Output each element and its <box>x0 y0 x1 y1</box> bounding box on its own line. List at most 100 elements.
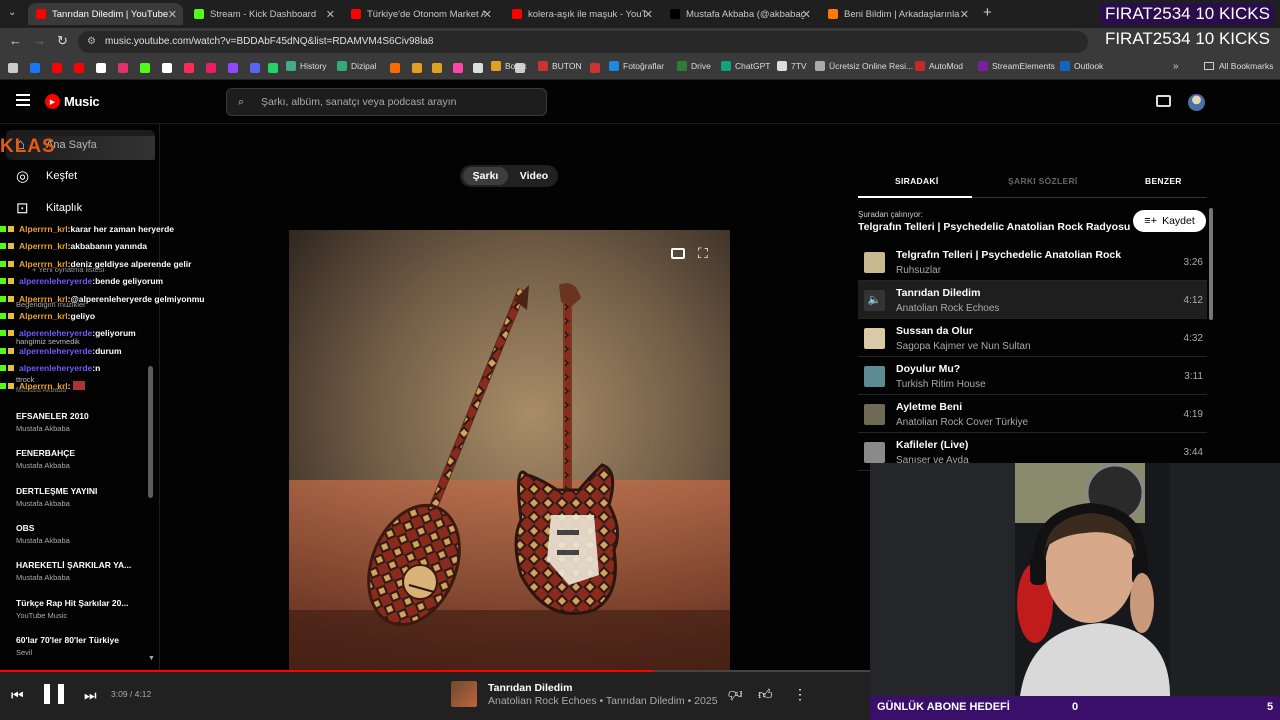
tab-close-icon[interactable]: ✕ <box>960 8 969 21</box>
now-playing-thumbnail[interactable] <box>451 681 477 707</box>
bookmark-item[interactable]: AutoMod <box>915 61 963 71</box>
save-queue-button[interactable]: ≡+ Kaydet <box>1133 210 1206 232</box>
bookmark-label: Dizipal <box>351 61 377 71</box>
bookmark-item[interactable]: Ücretsiz Online Resi... <box>815 61 913 71</box>
bookmark-item[interactable]: Drive <box>677 61 711 71</box>
tab-close-icon[interactable]: ✕ <box>802 8 811 21</box>
bookmark-favicon-icon[interactable] <box>30 63 40 73</box>
chat-text: bende geliyorum <box>95 276 164 287</box>
playlist-title: FENERBAHÇE <box>16 448 76 459</box>
dislike-icon[interactable]: 👍︎ <box>728 686 743 703</box>
bookmark-item[interactable]: Outlook <box>1060 61 1103 71</box>
miniplayer-icon[interactable] <box>671 248 685 259</box>
forward-icon[interactable]: → <box>33 33 46 48</box>
browser-tab[interactable]: Mustafa Akbaba (@akbabagran✕ <box>662 3 817 25</box>
progress-track[interactable] <box>0 670 870 672</box>
sidebar-playlist-item[interactable]: HAREKETLİ ŞARKILAR YA... Mustafa Akbaba <box>16 560 146 582</box>
bookmark-favicon-icon[interactable] <box>412 63 422 73</box>
scroll-down-icon[interactable]: ▼ <box>148 655 155 662</box>
bookmark-item[interactable]: Fotoğraflar <box>609 61 664 71</box>
all-bookmarks[interactable]: All Bookmarks <box>1204 61 1273 71</box>
site-info-icon[interactable]: ⚙ <box>87 31 96 53</box>
queue-item-duration: 3:44 <box>1183 447 1203 458</box>
bookmark-item[interactable]: 7TV <box>777 61 807 71</box>
bookmark-favicon-icon[interactable] <box>228 63 238 73</box>
sidebar-playlist-item[interactable]: OBS Mustafa Akbaba <box>16 523 146 545</box>
tab-close-icon[interactable]: ✕ <box>326 8 335 21</box>
bookmark-item[interactable]: History <box>286 61 326 71</box>
klas-overlay: KLAS <box>0 136 155 160</box>
browser-tab[interactable]: Beni Bildim | Arkadaşlarınla Onl✕ <box>820 3 975 25</box>
previous-track-icon[interactable]: ⏮ <box>11 687 24 704</box>
browser-tab[interactable]: kolera-aşık ile maşuk - YouTube✕ <box>504 3 659 25</box>
bookmark-item[interactable]: ChatGPT <box>721 61 770 71</box>
tab-close-icon[interactable]: ✕ <box>483 8 492 21</box>
bookmark-favicon-icon[interactable] <box>184 63 194 73</box>
bookmark-favicon-icon[interactable] <box>432 63 442 73</box>
fullscreen-icon[interactable]: ⛶ <box>698 246 708 260</box>
bookmark-item[interactable]: StreamElements <box>978 61 1055 71</box>
sidebar-item-compass[interactable]: ◎ Keşfet <box>6 161 155 191</box>
bookmark-item[interactable]: Botrix <box>491 61 527 71</box>
sidebar-playlist-item[interactable]: FENERBAHÇE Mustafa Akbaba <box>16 448 146 470</box>
back-icon[interactable]: ← <box>9 33 22 48</box>
bookmark-favicon-icon[interactable] <box>74 63 84 73</box>
chat-username: Alperrrn_krl <box>19 311 68 321</box>
bookmark-favicon-icon[interactable] <box>390 63 400 73</box>
bookmark-favicon-icon[interactable] <box>250 63 260 73</box>
bookmarks-overflow-icon[interactable]: » <box>1173 61 1179 72</box>
hamburger-menu-icon[interactable] <box>16 94 30 106</box>
song-toggle-button[interactable]: Şarkı <box>463 167 508 185</box>
queue-item[interactable]: Telgrafın Telleri | Psychedelic Anatolia… <box>858 243 1207 281</box>
ytmusic-logo[interactable]: ▶ Music <box>45 94 100 109</box>
queue-item[interactable]: Ayletme Beni Anatolian Rock Cover Türkiye… <box>858 395 1207 433</box>
reload-icon[interactable]: ↻ <box>57 33 68 49</box>
browser-tab[interactable]: Tanrıdan Diledim | YouTube ✕ <box>28 3 183 25</box>
now-playing-title[interactable]: Tanrıdan Diledim <box>488 682 572 694</box>
sidebar-playlist-item[interactable]: EFSANELER 2010 Mustafa Akbaba <box>16 411 146 433</box>
bookmark-favicon-icon[interactable] <box>268 63 278 73</box>
bookmark-favicon-icon[interactable] <box>453 63 463 73</box>
queue-item[interactable]: Sussan da Olur Sagopa Kajmer ve Nun Sulta… <box>858 319 1207 357</box>
browser-tab[interactable]: Türkiye'de Otonom Market Alış ✕ <box>343 3 498 25</box>
sidebar-playlist-item[interactable]: Türkçe Rap Hit Şarkılar 20... YouTube Mus… <box>16 598 146 620</box>
bookmark-favicon-icon[interactable] <box>8 63 18 73</box>
video-toggle-button[interactable]: Video <box>512 167 556 185</box>
bookmark-favicon-icon[interactable] <box>52 63 62 73</box>
tab-search-icon[interactable]: ⌄ <box>8 7 16 18</box>
bookmark-favicon-icon[interactable] <box>140 63 150 73</box>
search-input[interactable]: ⌕ Şarkı, albüm, sanatçı veya podcast ara… <box>226 88 547 116</box>
browser-tab[interactable]: Stream - Kick Dashboard ✕ <box>186 3 341 25</box>
bookmark-favicon-icon[interactable] <box>118 63 128 73</box>
pause-button[interactable] <box>44 684 64 704</box>
more-options-icon[interactable]: ⋮ <box>793 686 807 703</box>
new-tab-button[interactable]: + <box>983 4 992 21</box>
queue-scrollbar[interactable] <box>1209 208 1213 320</box>
cast-icon[interactable] <box>1156 95 1171 107</box>
bookmark-item[interactable]: BUTON <box>538 61 582 71</box>
tab-lyrics[interactable]: ŞARKI SÖZLERİ <box>1008 176 1078 186</box>
next-track-icon[interactable]: ⏭ <box>84 687 97 704</box>
sidebar-playlist-item[interactable]: 60'lar 70'ler 80'ler Türkiye Sevil <box>16 635 146 657</box>
sidebar-item-library[interactable]: ⊡ Kitaplık <box>6 193 155 223</box>
compass-icon: ◎ <box>16 168 30 185</box>
sidebar-playlist-item[interactable]: DERTLEŞME YAYINI Mustafa Akbaba <box>16 486 146 508</box>
chat-badge-icon <box>0 243 6 250</box>
bookmark-favicon-icon[interactable] <box>473 63 483 73</box>
url-field[interactable]: ⚙ music.youtube.com/watch?v=BDDAbF45dNQ&… <box>78 31 1088 53</box>
tab-close-icon[interactable]: ✕ <box>644 8 653 21</box>
chat-separator: : <box>67 380 71 391</box>
bookmark-favicon-icon[interactable] <box>162 63 172 73</box>
tab-up-next[interactable]: SIRADAKİ <box>895 176 939 186</box>
bookmark-item[interactable]: Dizipal <box>337 61 377 71</box>
queue-item[interactable]: Doyulur Mu? Turkish Ritim House 3:11 <box>858 357 1207 395</box>
like-icon[interactable]: 👍︎ <box>758 686 773 703</box>
tab-related[interactable]: BENZER <box>1145 176 1182 186</box>
queue-item[interactable]: 🔈 Tanrıdan Diledim Anatolian Rock Echoes 4:… <box>858 281 1207 319</box>
bookmark-favicon-icon[interactable] <box>206 63 216 73</box>
tab-close-icon[interactable]: ✕ <box>168 8 177 21</box>
now-playing-subtitle[interactable]: Anatolian Rock Echoes • Tanrıdan Diledim… <box>488 695 718 707</box>
bookmark-favicon-icon[interactable] <box>590 63 600 73</box>
bookmark-favicon-icon[interactable] <box>96 63 106 73</box>
avatar[interactable] <box>1188 94 1205 111</box>
